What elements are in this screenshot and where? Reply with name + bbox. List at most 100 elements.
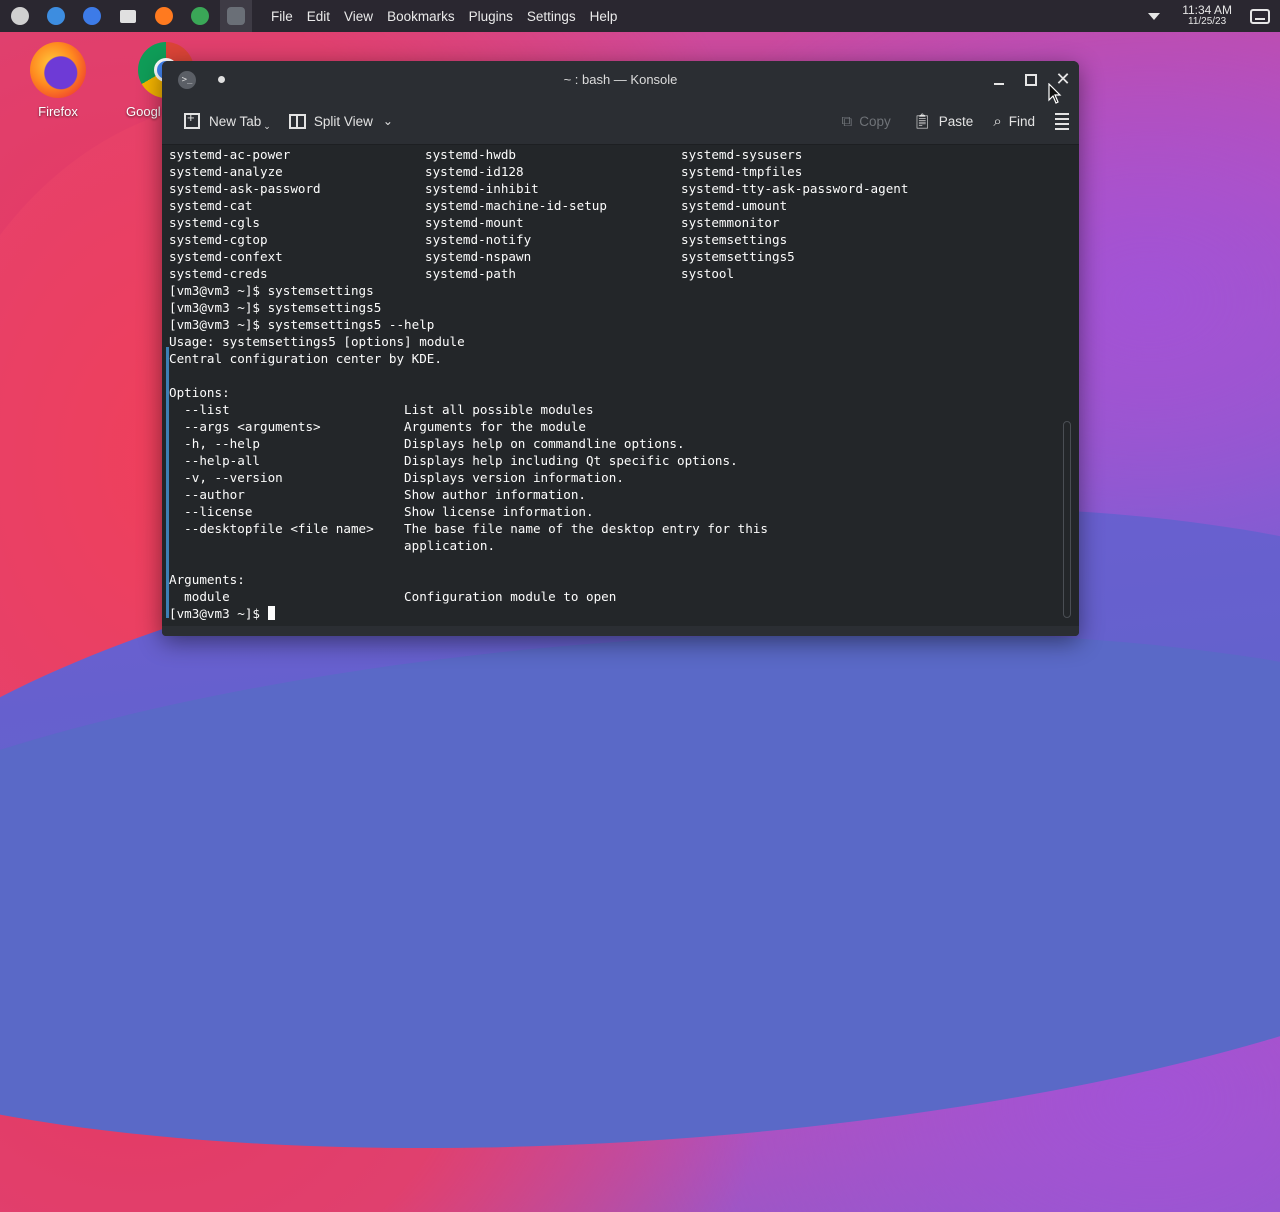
terminal-line: systemd-cgtop systemd-notify systemsetting… [169, 231, 908, 248]
terminal-line: systemd-analyze systemd-id128 systemd-tmpf… [169, 163, 908, 180]
terminal-line: systemd-creds systemd-path systool [169, 265, 908, 282]
completion-entry: systemd-nspawn [425, 249, 532, 264]
new-tab-label: New Tab [209, 113, 262, 129]
maximize-icon [1025, 73, 1037, 86]
status-strip [162, 626, 1079, 636]
find-button[interactable]: ⌕ Find [987, 106, 1041, 136]
search-icon: ⌕ [993, 112, 1002, 130]
launcher-button[interactable] [220, 0, 252, 32]
app-launcher-icon [11, 7, 29, 25]
menu-item-help[interactable]: Help [583, 9, 625, 24]
konsole-window-icon[interactable]: >_ [178, 70, 196, 89]
completion-entry: systool [681, 266, 735, 281]
completion-entry: systemd-tty-ask-password-agent [681, 181, 909, 196]
terminal-line: [vm3@vm3 ~]$ systemsettings5 --help [169, 317, 435, 332]
hamburger-menu-icon[interactable] [1055, 110, 1069, 133]
chevron-down-icon: ⌄ [263, 120, 271, 131]
files-icon [120, 9, 136, 23]
terminal-line: --list List all possible modules [169, 402, 594, 417]
paste-icon: 📋︎ [912, 113, 932, 130]
completion-entry: systemmonitor [681, 215, 780, 230]
show-desktop-icon[interactable] [1250, 8, 1270, 24]
launcher-button[interactable] [76, 0, 108, 32]
copy-button[interactable]: ⧉ Copy [836, 106, 897, 136]
launcher-button[interactable] [184, 0, 216, 32]
pin-icon[interactable] [218, 76, 225, 83]
terminal-line: --help-all Displays help including Qt sp… [169, 453, 738, 468]
terminal-line: systemd-ask-password systemd-inhibit syste… [169, 180, 908, 197]
global-menu: File Edit View Bookmarks Plugins Settings Help [264, 9, 624, 24]
terminal-prompt-line[interactable]: [vm3@vm3 ~]$ [169, 605, 908, 622]
terminal-line: --author Show author information. [169, 487, 587, 502]
terminal-line: -h, --help Displays help on commandline … [169, 436, 685, 451]
split-view-button[interactable]: Split View ⌄ [283, 106, 399, 136]
terminal-view[interactable]: systemd-ac-power systemd-hwdb systemd-sysu… [162, 145, 1079, 626]
completion-entry: systemsettings5 [681, 249, 795, 264]
completion-entry: systemd-creds [169, 266, 268, 281]
completion-entry: systemd-umount [681, 198, 788, 213]
menu-item-plugins[interactable]: Plugins [462, 9, 520, 24]
launcher-button[interactable] [112, 0, 144, 32]
paste-label: Paste [938, 113, 974, 129]
menu-item-bookmarks[interactable]: Bookmarks [380, 9, 462, 24]
terminal-line: application. [169, 538, 496, 553]
firefox-icon [155, 7, 173, 25]
terminal-line: Options: [169, 385, 230, 400]
toolbar: New Tab ⌄ Split View ⌄ ⧉ Copy 📋︎ Paste ⌕… [162, 98, 1079, 145]
terminal-line: module Configuration module to open [169, 589, 617, 604]
terminal-line: --license Show license information. [169, 504, 594, 519]
title-bar[interactable]: >_ ~ : bash — Konsole ✕ [162, 61, 1079, 98]
window-title: ~ : bash — Konsole [563, 72, 678, 87]
terminal-line: --desktopfile <file name> The base file … [169, 521, 768, 536]
tray-expand-icon[interactable] [1148, 12, 1161, 20]
panel-launchers [0, 0, 252, 32]
completion-entry: systemd-path [425, 266, 516, 281]
menu-item-settings[interactable]: Settings [520, 9, 583, 24]
terminal-line: Usage: systemsettings5 [options] module [169, 334, 465, 349]
menu-item-view[interactable]: View [337, 9, 380, 24]
mouse-cursor-icon [1048, 83, 1062, 104]
desktop-icon-firefox[interactable]: Firefox [18, 42, 98, 119]
menu-item-file[interactable]: File [264, 9, 300, 24]
terminal-line: -v, --version Displays version informati… [169, 470, 624, 485]
completion-entry: systemd-confext [169, 249, 283, 264]
completion-entry: systemd-inhibit [425, 181, 539, 196]
launcher-button[interactable] [4, 0, 36, 32]
text-cursor [267, 606, 275, 620]
completion-entry: systemd-cat [169, 198, 253, 213]
minimize-button[interactable] [983, 61, 1015, 98]
terminal-line: Arguments: [169, 572, 245, 587]
terminal-output: systemd-ac-power systemd-hwdb systemd-sysu… [169, 146, 908, 622]
completion-entry: systemsettings [681, 232, 788, 247]
clock-time: 11:34 AM [1182, 3, 1232, 17]
clock-date: 11/25/23 [1188, 16, 1227, 27]
new-tab-icon [184, 110, 200, 129]
completion-entry: systemd-tmpfiles [681, 164, 803, 179]
split-view-icon [288, 113, 306, 129]
terminal-line: [vm3@vm3 ~]$ systemsettings [169, 283, 374, 298]
menu-item-edit[interactable]: Edit [300, 9, 337, 24]
clock[interactable]: 11:34 AM 11/25/23 [1182, 3, 1232, 27]
paste-button[interactable]: 📋︎ Paste [907, 106, 980, 136]
system-tray: 11:34 AM 11/25/23 [1148, 0, 1280, 32]
terminal-line: [vm3@vm3 ~]$ systemsettings5 [169, 300, 382, 315]
desktop-icon-label: Firefox [38, 104, 78, 119]
completion-entry: systemd-machine-id-setup [425, 198, 607, 213]
konsole-icon [227, 7, 245, 25]
launcher-button[interactable] [148, 0, 180, 32]
scrollbar[interactable] [1063, 421, 1071, 618]
completion-entry: systemd-id128 [425, 164, 524, 179]
find-label: Find [1008, 113, 1035, 129]
top-panel: File Edit View Bookmarks Plugins Settings Help… [0, 0, 1280, 32]
launcher-button[interactable] [40, 0, 72, 32]
maximize-button[interactable] [1015, 61, 1047, 98]
chevron-down-icon[interactable]: ⌄ [383, 114, 393, 128]
completion-entry: systemd-sysusers [681, 147, 803, 162]
terminal-line: systemd-confext systemd-nspawn systemsetti… [169, 248, 908, 265]
split-view-label: Split View [313, 113, 373, 129]
completion-entry: systemd-ac-power [169, 147, 291, 162]
completion-entry: systemd-cgtop [169, 232, 268, 247]
new-tab-button[interactable]: New Tab ⌄ [178, 106, 277, 136]
